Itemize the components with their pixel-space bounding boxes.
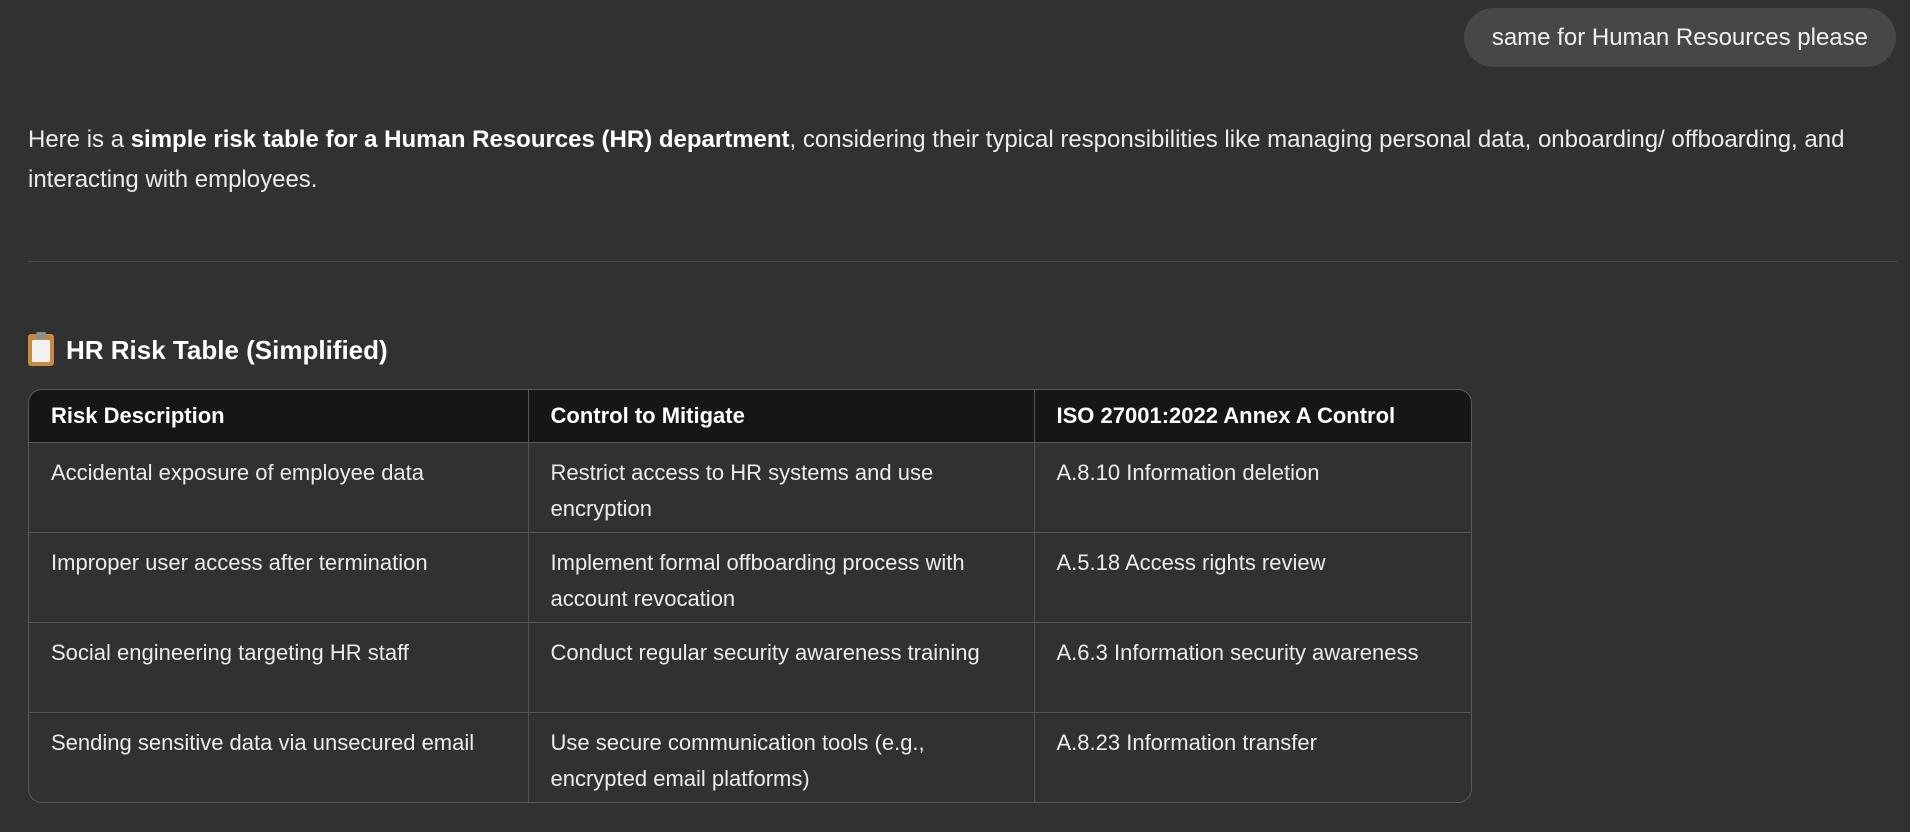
table-heading: HR Risk Table (Simplified)	[28, 328, 388, 372]
cell-control: Restrict access to HR systems and use en…	[528, 441, 1035, 532]
assistant-intro-paragraph: Here is a simple risk table for a Human …	[28, 120, 1868, 200]
user-message-bubble: same for Human Resources please	[1463, 8, 1896, 67]
cell-iso: A.6.3 Information security awareness	[1034, 621, 1471, 712]
cell-iso: A.8.23 Information transfer	[1034, 711, 1471, 802]
table-row: Accidental exposure of employee data Res…	[29, 441, 1471, 532]
cell-risk: Accidental exposure of employee data	[29, 441, 529, 532]
cell-iso: A.5.18 Access rights review	[1034, 531, 1471, 622]
cell-iso: A.8.10 Information deletion	[1034, 441, 1471, 532]
cell-control: Use secure communication tools (e.g., en…	[528, 711, 1035, 802]
risk-table: Risk Description Control to Mitigate ISO…	[29, 390, 1471, 802]
cell-risk: Social engineering targeting HR staff	[29, 621, 529, 712]
cell-risk: Sending sensitive data via unsecured ema…	[29, 711, 529, 802]
table-heading-title: HR Risk Table (Simplified)	[66, 334, 388, 365]
header-control-to-mitigate: Control to Mitigate	[528, 390, 1035, 442]
chat-view: same for Human Resources please Here is …	[0, 0, 1910, 832]
table-row: Social engineering targeting HR staff Co…	[29, 621, 1471, 712]
risk-table-container: Risk Description Control to Mitigate ISO…	[28, 389, 1472, 803]
header-risk-description: Risk Description	[29, 390, 529, 442]
table-row: Sending sensitive data via unsecured ema…	[29, 711, 1471, 802]
cell-risk: Improper user access after termination	[29, 531, 529, 622]
intro-prefix: Here is a	[28, 126, 131, 153]
clipboard-icon	[28, 332, 54, 366]
intro-bold: simple risk table for a Human Resources …	[130, 126, 790, 153]
cell-control: Implement formal offboarding process wit…	[528, 531, 1035, 622]
section-divider	[28, 261, 1897, 262]
table-row: Improper user access after termination I…	[29, 531, 1471, 622]
cell-control: Conduct regular security awareness train…	[528, 621, 1035, 712]
table-header-row: Risk Description Control to Mitigate ISO…	[29, 390, 1471, 442]
header-iso-control: ISO 27001:2022 Annex A Control	[1034, 390, 1471, 442]
user-message-text: same for Human Resources please	[1491, 23, 1868, 51]
